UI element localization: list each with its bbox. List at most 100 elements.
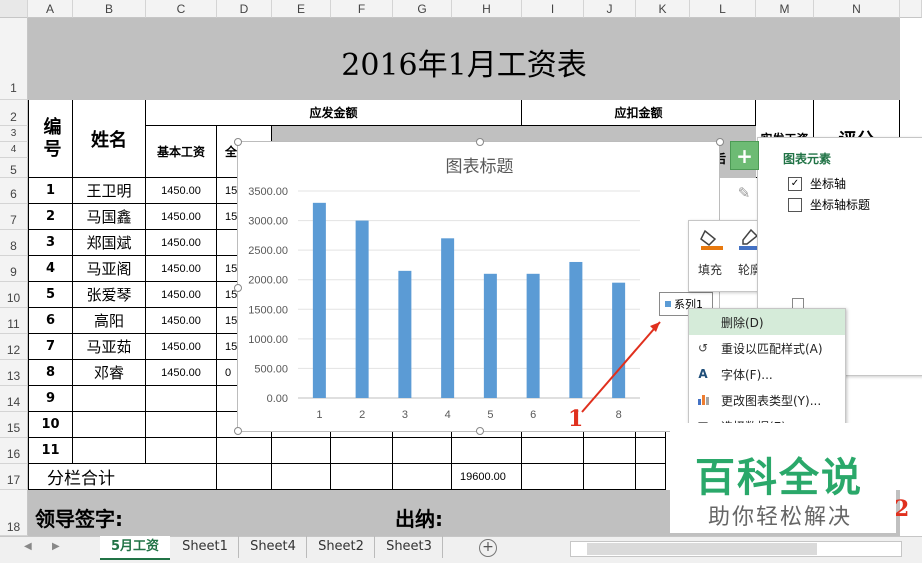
subtotal-cell-e[interactable] [272, 464, 331, 490]
row-index[interactable]: 3 [28, 230, 73, 256]
row-name[interactable]: 高阳 [73, 308, 146, 334]
col-header-h[interactable]: H [452, 0, 522, 18]
checkbox-axis[interactable]: ✓ [788, 176, 802, 191]
row-base-pay[interactable]: 1450.00 [146, 230, 217, 256]
resize-handle-l[interactable] [234, 284, 242, 292]
chart-styles-brush-icon[interactable]: ✎ [733, 182, 755, 204]
row-header-5[interactable]: 5 [0, 158, 28, 178]
row-header-1[interactable]: 1 [0, 18, 28, 100]
row-header-16[interactable]: 16 [0, 438, 28, 464]
row-header-12[interactable]: 12 [0, 334, 28, 360]
col-header-b[interactable]: B [73, 0, 146, 18]
row-base-pay[interactable]: 1450.00 [146, 334, 217, 360]
row-full-attendance[interactable] [217, 438, 272, 464]
row-cell-h[interactable] [452, 438, 522, 464]
col-header-a[interactable]: A [28, 0, 73, 18]
horizontal-scrollbar[interactable] [570, 541, 902, 557]
row-cell-k[interactable] [636, 438, 666, 464]
tab-sheet4[interactable]: Sheet4 [240, 536, 307, 558]
resize-handle-t[interactable] [476, 138, 484, 146]
row-cell-j[interactable] [584, 438, 636, 464]
bar[interactable] [441, 238, 455, 398]
tab-scroll-left-icon[interactable]: ◀ [24, 541, 32, 552]
row-header-4[interactable]: 4 [0, 142, 28, 158]
row-name[interactable]: 郑国斌 [73, 230, 146, 256]
col-header-c[interactable]: C [146, 0, 217, 18]
row-index[interactable]: 4 [28, 256, 73, 282]
row-name[interactable]: 王卫明 [73, 178, 146, 204]
row-header-10[interactable]: 10 [0, 282, 28, 308]
bar[interactable] [526, 273, 540, 398]
menu-item-change-chart-type[interactable]: 更改图表类型(Y)... [689, 387, 845, 413]
row-header-7[interactable]: 7 [0, 204, 28, 230]
resize-handle-tr[interactable] [716, 138, 724, 146]
horizontal-scroll-thumb[interactable] [587, 543, 817, 555]
panel-item-axis-title[interactable]: 坐标轴标题 [788, 196, 870, 213]
row-name[interactable] [73, 412, 146, 438]
tab-sheet2[interactable]: Sheet2 [308, 536, 375, 558]
row-header-14[interactable]: 14 [0, 386, 28, 412]
menu-item-reset-style[interactable]: ↺ 重设以匹配样式(A) [689, 335, 845, 361]
checkbox-axis-title[interactable] [788, 197, 802, 212]
bar[interactable] [355, 220, 369, 398]
row-header-11[interactable]: 11 [0, 308, 28, 334]
chart-elements-plus-icon[interactable]: + [730, 141, 759, 170]
col-header-g[interactable]: G [393, 0, 452, 18]
row-name[interactable] [73, 438, 146, 464]
resize-handle-tl[interactable] [234, 138, 242, 146]
resize-handle-b[interactable] [476, 427, 484, 435]
subtotal-cell-g[interactable] [393, 464, 452, 490]
bar[interactable] [312, 202, 326, 398]
col-header-e[interactable]: E [272, 0, 331, 18]
bar[interactable] [398, 270, 412, 398]
col-header-k[interactable]: K [636, 0, 690, 18]
row-index[interactable]: 7 [28, 334, 73, 360]
resize-handle-bl[interactable] [234, 427, 242, 435]
row-header-18[interactable]: 18 [0, 490, 28, 536]
row-index[interactable]: 10 [28, 412, 73, 438]
row-header-9[interactable]: 9 [0, 256, 28, 282]
row-name[interactable]: 张爱琴 [73, 282, 146, 308]
row-base-pay[interactable]: 1450.00 [146, 282, 217, 308]
col-header-j[interactable]: J [584, 0, 636, 18]
row-base-pay[interactable]: 1450.00 [146, 256, 217, 282]
panel-item-axis[interactable]: ✓ 坐标轴 [788, 175, 846, 192]
fill-label[interactable]: 填充 [698, 261, 722, 278]
row-header-6[interactable]: 6 [0, 178, 28, 204]
row-index[interactable]: 11 [28, 438, 73, 464]
row-header-3[interactable]: 3 [0, 126, 28, 142]
row-index[interactable]: 8 [28, 360, 73, 386]
row-header-15[interactable]: 15 [0, 412, 28, 438]
subtotal-cell-d[interactable] [217, 464, 272, 490]
row-base-pay[interactable] [146, 386, 217, 412]
subtotal-cell-f[interactable] [331, 464, 393, 490]
row-header-13[interactable]: 13 [0, 360, 28, 386]
row-index[interactable]: 5 [28, 282, 73, 308]
subtotal-cell-j[interactable] [584, 464, 636, 490]
bar[interactable] [483, 273, 497, 398]
row-header-2[interactable]: 2 [0, 100, 28, 126]
row-name[interactable] [73, 386, 146, 412]
tab-scroll-right-icon[interactable]: ▶ [52, 541, 60, 552]
col-header-n[interactable]: N [814, 0, 900, 18]
row-base-pay[interactable] [146, 412, 217, 438]
add-sheet-icon[interactable]: + [479, 539, 497, 557]
subtotal-cell-k[interactable] [636, 464, 666, 490]
col-header-d[interactable]: D [217, 0, 272, 18]
row-index[interactable]: 9 [28, 386, 73, 412]
row-name[interactable]: 马亚茹 [73, 334, 146, 360]
row-base-pay[interactable]: 1450.00 [146, 204, 217, 230]
tab-5yue[interactable]: 5月工资 [100, 536, 170, 560]
row-cell-e[interactable] [272, 438, 331, 464]
fill-button[interactable] [699, 227, 723, 251]
row-name[interactable]: 马亚阁 [73, 256, 146, 282]
row-base-pay[interactable] [146, 438, 217, 464]
col-header-m[interactable]: M [756, 0, 814, 18]
tab-sheet3[interactable]: Sheet3 [376, 536, 443, 558]
subtotal-value[interactable]: 19600.00 [452, 464, 522, 490]
menu-item-font[interactable]: A 字体(F)... [689, 361, 845, 387]
row-name[interactable]: 邓睿 [73, 360, 146, 386]
row-cell-g[interactable] [393, 438, 452, 464]
row-header-8[interactable]: 8 [0, 230, 28, 256]
col-header-i[interactable]: I [522, 0, 584, 18]
